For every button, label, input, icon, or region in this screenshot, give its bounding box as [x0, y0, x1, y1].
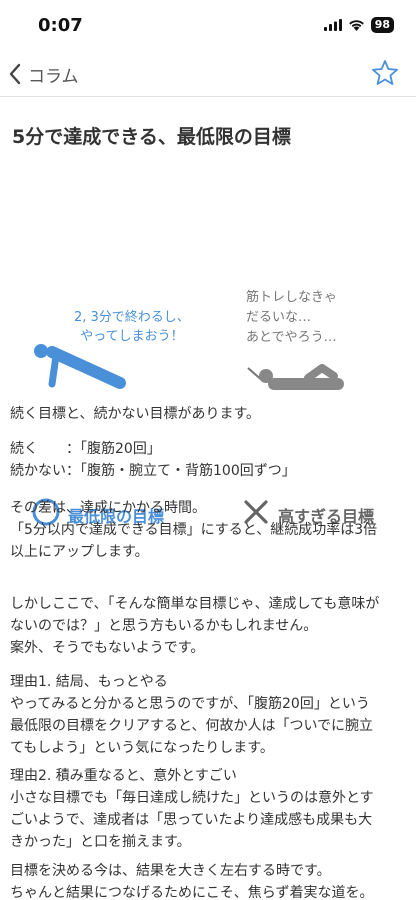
paragraph: 目標を決める今は、結果を大きく左右する時です。 ちゃんと結果につなげるためにこそ… [10, 863, 374, 900]
status-bar: 0:07 98 [0, 0, 416, 50]
paragraph: しかしここで、「そんな簡単な目標じゃ、達成しても意味が ないのでは？」と思う方も… [10, 596, 380, 656]
paragraph: その差は、達成にかかる時間。 「5分以内で達成できる目標」にすると、継続成功率は… [10, 500, 378, 560]
pushup-figure-icon [34, 344, 126, 389]
article-title: 5分で達成できる、最低限の目標 [12, 126, 291, 148]
back-label: コラム [28, 66, 79, 87]
lying-figure-icon [247, 364, 344, 390]
wifi-icon [348, 20, 364, 31]
navigation-bar: コラム [0, 50, 416, 97]
status-icons: 98 [323, 17, 394, 33]
star-icon[interactable] [370, 58, 400, 88]
bad-caption: 筋トレしなきゃ だるいな… あとでやろう… [246, 290, 338, 345]
chevron-left-icon [9, 63, 21, 85]
paragraph: 理由2. 積み重なると、意外とすごい 小さな目標でも「毎日達成し続けた」というの… [10, 768, 374, 850]
signal-icon [323, 19, 342, 31]
paragraph: 続く ：「腹筋20回」 続かない：「腹筋・腕立て・背筋100回ずつ」 [10, 441, 296, 479]
back-button[interactable]: コラム [8, 58, 79, 90]
paragraph: 理由1. 結局、もっとやる やってみると分かると思うのですが、「腹筋20回」とい… [10, 674, 374, 756]
paragraph: 続く目標と、続かない目標があります。 [10, 406, 261, 422]
battery-indicator: 98 [370, 17, 394, 33]
status-time: 0:07 [38, 15, 83, 36]
